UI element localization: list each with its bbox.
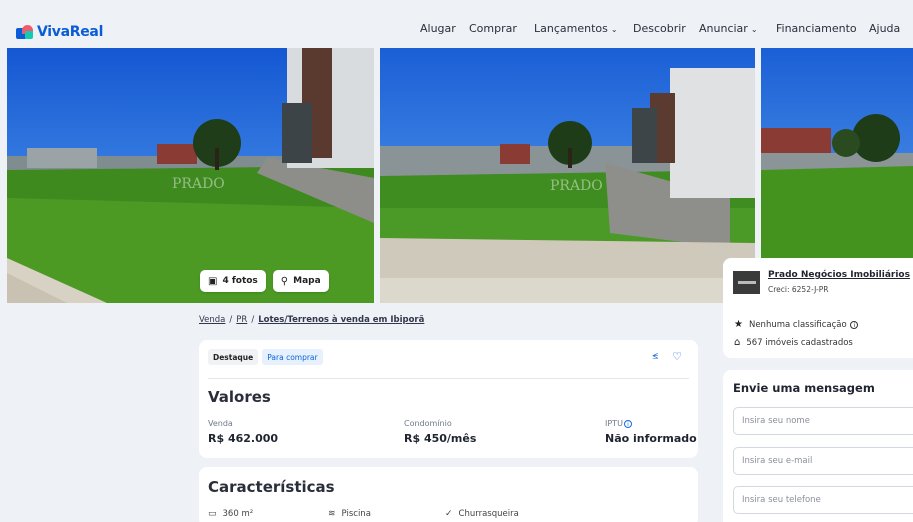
agent-name[interactable]: Prado Negócios Imobiliários [768, 270, 910, 280]
condominio-value: R$ 450/mês [404, 432, 477, 445]
watermark: PRADO [550, 178, 603, 194]
agent-creci: Creci: 6252-J-PR [768, 285, 829, 294]
tag-type: Para comprar [262, 349, 323, 365]
map-button[interactable]: ⚲ Mapa [272, 270, 329, 292]
values-title: Valores [208, 388, 271, 406]
iptu-label-row: IPTU i [605, 419, 632, 428]
nav-descobrir[interactable]: Descobrir [633, 22, 686, 35]
feature-area-label: 360 m² [222, 509, 254, 519]
vivareal-logo[interactable]: VivaReal [16, 23, 103, 41]
divider [208, 378, 689, 379]
nav-lancamentos-label: Lançamentos [534, 22, 608, 35]
name-input[interactable] [733, 407, 913, 435]
vivareal-logo-icon [16, 25, 33, 39]
breadcrumb-separator: / [229, 315, 233, 325]
feature-pool: ≋ Piscina [328, 509, 371, 519]
feature-bbq-label: Churrasqueira [458, 509, 519, 519]
nav-alugar[interactable]: Alugar [420, 22, 456, 35]
feature-area: ▭ 360 m² [208, 509, 253, 519]
gallery-photo-1[interactable]: PRADO [7, 48, 374, 303]
agent-card: Prado Negócios Imobiliários Creci: 6252-… [723, 258, 913, 358]
heart-icon[interactable]: ♡ [672, 350, 682, 363]
pool-icon: ≋ [328, 509, 336, 519]
agent-properties: ⌂ 567 imóveis cadastrados [734, 337, 853, 348]
camera-icon: ▣ [208, 275, 218, 287]
features-title: Características [208, 478, 335, 496]
top-navigation-bar: VivaReal Alugar Comprar Lançamentos ⌄ Des… [0, 0, 913, 48]
nav-financiamento[interactable]: Financiamento [776, 22, 857, 35]
agent-rating: ★ Nenhuma classificação i [734, 319, 859, 330]
email-input[interactable] [733, 447, 913, 475]
venda-value: R$ 462.000 [208, 432, 279, 445]
contact-form-title: Envie uma mensagem [733, 381, 875, 395]
chevron-down-icon: ⌄ [610, 25, 618, 34]
gallery-buttons: ▣ 4 fotos ⚲ Mapa [200, 270, 329, 292]
feature-bbq: ✓ Churrasqueira [445, 509, 519, 519]
nav-anunciar[interactable]: Anunciar ⌄ [699, 22, 758, 35]
condominio-label: Condomínio [404, 419, 452, 428]
share-icon[interactable]: ⪬ [652, 351, 658, 362]
agent-properties-label: 567 imóveis cadastrados [746, 338, 853, 348]
map-pin-icon: ⚲ [280, 275, 289, 287]
ruler-icon: ▭ [208, 509, 217, 519]
tag-featured: Destaque [208, 349, 259, 365]
star-icon: ★ [734, 319, 743, 330]
watermark: PRADO [172, 176, 225, 192]
breadcrumb-current[interactable]: Lotes/Terrenos à venda em Ibiporã [258, 315, 424, 325]
breadcrumb-separator: / [251, 315, 255, 325]
gallery-photo-2[interactable]: PRADO [380, 48, 755, 303]
breadcrumb-venda[interactable]: Venda [199, 315, 225, 325]
nav-ajuda[interactable]: Ajuda [869, 22, 900, 35]
home-icon: ⌂ [734, 337, 741, 348]
info-icon[interactable]: i [623, 420, 632, 428]
info-icon[interactable]: i [850, 321, 859, 329]
photos-button[interactable]: ▣ 4 fotos [200, 270, 266, 292]
listing-tags: Destaque Para comprar [208, 349, 323, 365]
iptu-label: IPTU [605, 419, 623, 428]
logo-text: VivaReal [37, 24, 104, 40]
breadcrumb-pr[interactable]: PR [236, 315, 247, 325]
values-card: Destaque Para comprar ⪬ ♡ Valores Venda … [199, 340, 698, 458]
photos-button-label: 4 fotos [222, 276, 258, 286]
breadcrumb: Venda / PR / Lotes/Terrenos à venda em Ibipo… [199, 315, 424, 325]
map-button-label: Mapa [293, 276, 321, 286]
iptu-value: Não informado [605, 432, 697, 445]
chevron-down-icon: ⌄ [750, 25, 758, 34]
contact-form: Envie uma mensagem [723, 370, 913, 522]
feature-pool-label: Piscina [341, 509, 371, 519]
phone-input[interactable] [733, 486, 913, 514]
agent-rating-label: Nenhuma classificação [748, 320, 847, 330]
nav-lancamentos[interactable]: Lançamentos ⌄ [534, 22, 618, 35]
bbq-icon: ✓ [445, 509, 453, 519]
nav-anunciar-label: Anunciar [699, 22, 748, 35]
agent-logo[interactable] [733, 271, 760, 294]
nav-comprar[interactable]: Comprar [469, 22, 517, 35]
features-card: Características ▭ 360 m² ≋ Piscina ✓ Churra… [199, 467, 698, 522]
venda-label: Venda [208, 419, 233, 428]
